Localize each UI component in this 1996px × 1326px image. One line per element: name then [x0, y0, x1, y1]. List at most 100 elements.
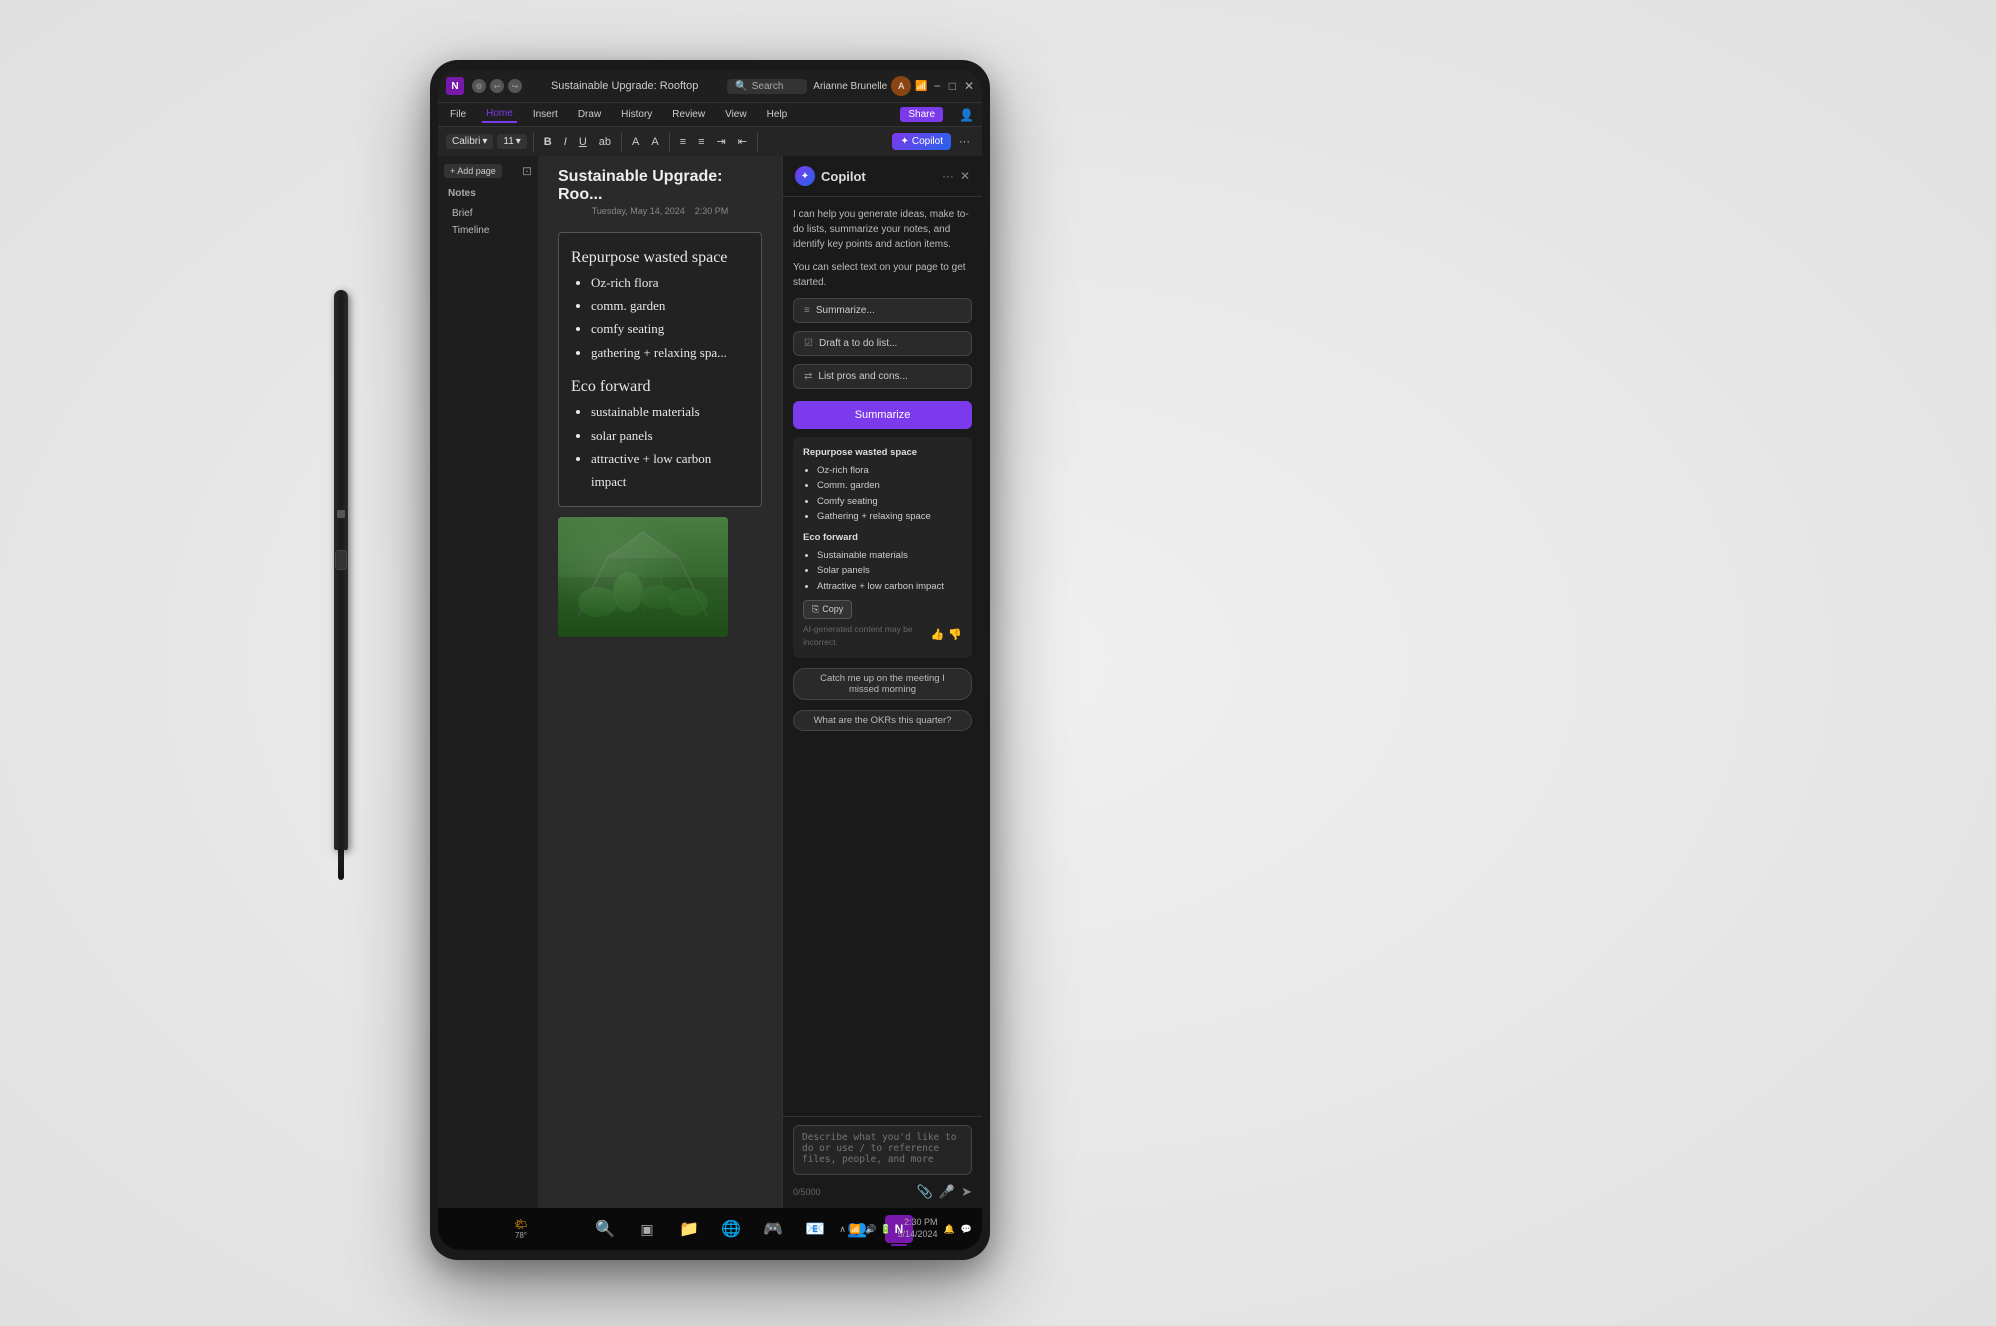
- font-size: 11: [503, 136, 513, 147]
- copilot-input-field[interactable]: [793, 1125, 972, 1175]
- add-page-button[interactable]: + Add page: [444, 164, 502, 178]
- menu-insert[interactable]: Insert: [529, 107, 562, 122]
- battery-icon[interactable]: 🔋: [880, 1224, 891, 1235]
- file-explorer-icon: 📁: [679, 1219, 699, 1239]
- toolbar-separator-1: [533, 133, 534, 151]
- numbered-list-button[interactable]: ≡: [694, 134, 708, 150]
- search-taskbar-icon: 🔍: [595, 1219, 615, 1239]
- profile-icon[interactable]: 👤: [959, 108, 974, 122]
- list-item: Solar panels: [817, 563, 962, 578]
- summarize-button[interactable]: Summarize: [793, 401, 972, 429]
- sidebar-section-notes: Notes: [444, 186, 532, 201]
- volume-icon[interactable]: 🔊: [865, 1224, 876, 1235]
- thumbs-up-icon[interactable]: 👍: [931, 627, 945, 645]
- edge-browser-button[interactable]: 🌐: [717, 1215, 745, 1243]
- list-item: comm. garden: [591, 294, 749, 317]
- note-canvas[interactable]: Repurpose wasted space Oz-rich flora com…: [538, 222, 782, 1208]
- taskbar: 🌤 78° 🔍 ▣ 📁: [438, 1208, 982, 1250]
- share-button[interactable]: Share: [900, 107, 943, 122]
- note-heading-2: Eco forward: [571, 378, 749, 396]
- gamepad-button[interactable]: 🎮: [759, 1215, 787, 1243]
- thumbs-down-icon[interactable]: 👎: [948, 627, 962, 645]
- redo-ctrl[interactable]: ↪: [508, 79, 522, 93]
- stylus-tip: [338, 850, 344, 880]
- microphone-icon[interactable]: 🎤: [939, 1184, 955, 1200]
- summarize-label: Summarize...: [816, 305, 875, 316]
- menu-history[interactable]: History: [617, 107, 656, 122]
- menu-home[interactable]: Home: [482, 106, 517, 123]
- copilot-close-icon[interactable]: ✕: [960, 169, 970, 183]
- draft-todo-action-button[interactable]: ☑ Draft a to do list...: [793, 331, 972, 356]
- bold-button[interactable]: B: [540, 134, 556, 150]
- search-taskbar-button[interactable]: 🔍: [591, 1215, 619, 1243]
- background: [0, 0, 1996, 1326]
- note-content-box[interactable]: Repurpose wasted space Oz-rich flora com…: [558, 232, 762, 507]
- undo-ctrl[interactable]: ↩: [490, 79, 504, 93]
- maximize-button[interactable]: □: [949, 79, 956, 93]
- list-item: Comfy seating: [817, 494, 962, 509]
- expand-tray-icon[interactable]: ∧: [839, 1224, 846, 1235]
- menu-view[interactable]: View: [721, 107, 751, 122]
- copilot-button[interactable]: ✦ Copilot: [892, 133, 951, 150]
- minimize-button[interactable]: −: [934, 79, 941, 93]
- list-item: gathering + relaxing spa...: [591, 341, 749, 364]
- list-item: attractive + low carbon impact: [591, 447, 749, 494]
- pros-cons-action-button[interactable]: ⇄ List pros and cons...: [793, 364, 972, 389]
- note-time: 2:30 PM: [695, 206, 729, 216]
- notification-icon[interactable]: 🔔: [944, 1224, 955, 1235]
- menu-help[interactable]: Help: [763, 107, 792, 122]
- mail-button[interactable]: 📧: [801, 1215, 829, 1243]
- stylus-button: [335, 550, 347, 570]
- menu-draw[interactable]: Draw: [574, 107, 605, 122]
- sidebar-item-timeline[interactable]: Timeline: [444, 222, 532, 239]
- font-selector[interactable]: Calibri ▾: [446, 134, 493, 149]
- task-view-button[interactable]: ▣: [633, 1215, 661, 1243]
- summarize-action-button[interactable]: ≡ Summarize...: [793, 298, 972, 323]
- sidebar-item-brief[interactable]: Brief: [444, 205, 532, 222]
- highlight-button[interactable]: A: [647, 134, 662, 150]
- copilot-more-icon[interactable]: ···: [942, 169, 954, 183]
- list-item: Gathering + relaxing space: [817, 509, 962, 524]
- outdent-button[interactable]: ⇤: [734, 133, 751, 150]
- taskbar-weather[interactable]: 🌤 78°: [507, 1215, 535, 1243]
- clock[interactable]: 2:30 PM 5/14/2024: [898, 1217, 938, 1240]
- bullet-list-button[interactable]: ≡: [676, 134, 690, 150]
- title-search[interactable]: 🔍 Search: [727, 79, 807, 94]
- toolbar-separator-4: [757, 133, 758, 151]
- clock-time: 2:30 PM: [898, 1217, 938, 1229]
- pros-cons-icon: ⇄: [804, 371, 812, 382]
- indent-button[interactable]: ⇥: [713, 133, 730, 150]
- send-icon[interactable]: ➤: [961, 1184, 972, 1200]
- suggestion-chip-1[interactable]: Catch me up on the meeting I missed morn…: [793, 668, 972, 700]
- font-size-selector[interactable]: 11 ▾: [497, 134, 526, 149]
- note-page[interactable]: Sustainable Upgrade: Roo... Tuesday, May…: [538, 156, 782, 1208]
- summary-section-1-title: Repurpose wasted space: [803, 445, 962, 460]
- menu-review[interactable]: Review: [668, 107, 709, 122]
- draft-todo-label: Draft a to do list...: [819, 338, 897, 349]
- user-name: Arianne Brunelle: [813, 81, 887, 92]
- clock-date: 5/14/2024: [898, 1229, 938, 1241]
- gamepad-icon: 🎮: [763, 1219, 783, 1239]
- strikethrough-button[interactable]: ab: [595, 134, 615, 150]
- scene: N ⚙ ↩ ↪ Sustainable Upgrade: Rooftop 🔍 S…: [0, 0, 1996, 1326]
- stylus-logo: [337, 510, 345, 518]
- font-color-button[interactable]: A: [628, 134, 643, 150]
- file-explorer-button[interactable]: 📁: [675, 1215, 703, 1243]
- font-dropdown-icon: ▾: [482, 136, 487, 147]
- start-button[interactable]: [549, 1215, 577, 1243]
- search-icon: 🔍: [735, 81, 747, 92]
- menu-file[interactable]: File: [446, 107, 470, 122]
- more-options-button[interactable]: ···: [955, 134, 974, 150]
- settings-ctrl[interactable]: ⚙: [472, 79, 486, 93]
- suggestion-chip-2[interactable]: What are the OKRs this quarter?: [793, 710, 972, 731]
- attach-icon[interactable]: 📎: [917, 1184, 933, 1200]
- network-icon[interactable]: 📶: [850, 1224, 861, 1235]
- note-embedded-image: [558, 517, 728, 637]
- note-header: Sustainable Upgrade: Roo... Tuesday, May…: [538, 156, 782, 222]
- close-button[interactable]: ✕: [964, 79, 974, 93]
- underline-button[interactable]: U: [575, 134, 591, 150]
- copy-button[interactable]: ⎘ Copy: [803, 600, 852, 619]
- italic-button[interactable]: I: [560, 134, 571, 150]
- action-center-icon[interactable]: 💬: [961, 1224, 972, 1235]
- sidebar-toggle-icon[interactable]: ⊡: [522, 164, 532, 178]
